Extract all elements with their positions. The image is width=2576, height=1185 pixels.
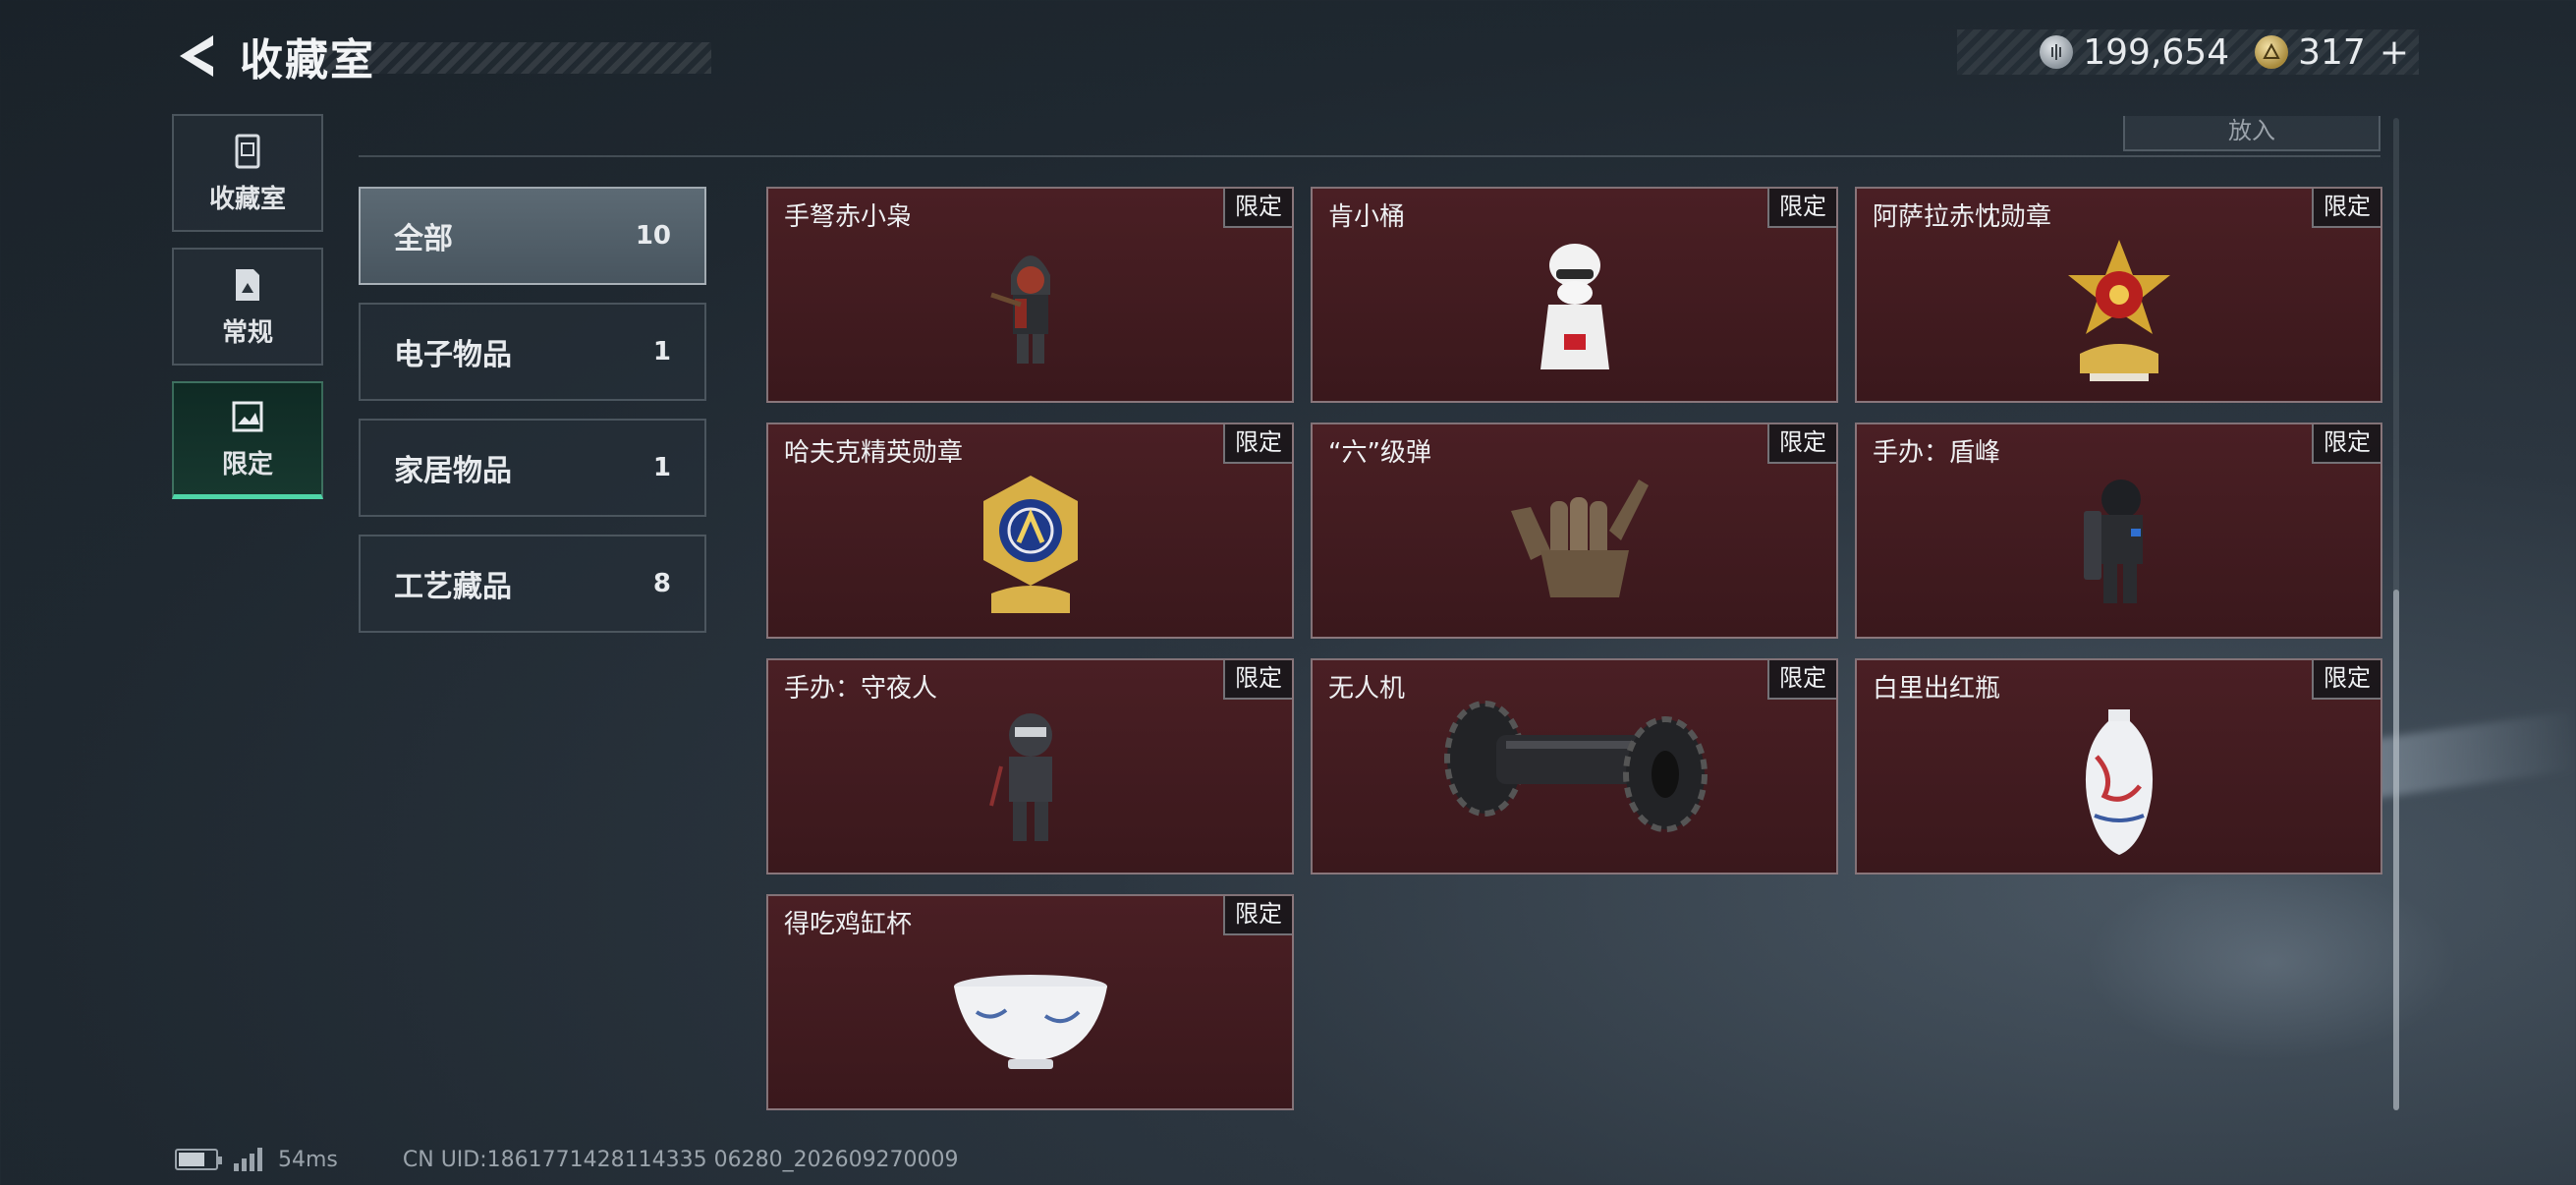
back-button[interactable] [167,27,226,85]
filter-label: 工艺藏品 [394,570,512,604]
category-filters: 全部 10 电子物品 1 家居物品 1 工艺藏品 8 [359,187,706,650]
divider [359,155,2380,157]
masked-soldier-icon [988,713,1052,841]
item-card[interactable]: 得吃鸡缸杯 限定 [766,894,1294,1110]
header: 收藏室 [167,22,711,90]
item-name: 无人机 [1328,674,1406,704]
item-card[interactable]: 哈夫克精英勋章 限定 [766,423,1294,639]
filter-count: 8 [652,569,671,598]
filter-label: 家居物品 [394,454,512,488]
limited-tag: 限定 [1767,424,1836,464]
filter-crafts[interactable]: 工艺藏品 8 [359,535,706,633]
limited-tag: 限定 [1223,660,1292,700]
signal-icon [234,1148,262,1171]
battery-icon [175,1149,222,1170]
status-footer: 54ms CN UID:1861771428114335 06280_20260… [175,1143,959,1176]
filter-count: 1 [652,453,671,482]
limited-tag: 限定 [1767,660,1836,700]
filter-electronics[interactable]: 电子物品 1 [359,303,706,401]
hooded-figure-icon [989,255,1050,364]
silver-coin-icon [2040,35,2074,69]
limited-tag: 限定 [1767,189,1836,228]
item-name: “六”级弹 [1328,438,1431,468]
silver-currency-value: 199,654 [2083,31,2230,73]
item-card[interactable]: 手办：盾峰 限定 [1855,423,2382,639]
trash-bin-icon [235,134,260,168]
item-name: 肯小桶 [1328,202,1406,232]
document-icon [236,268,259,301]
currency-bar: 199,654 317 + [1957,29,2419,75]
item-name: 得吃鸡缸杯 [784,910,913,939]
side-nav-item-collection[interactable]: 收藏室 [172,114,323,232]
chef-bust-icon [1540,244,1609,369]
filter-label: 全部 [394,222,453,256]
side-nav: 收藏室 常规 限定 [172,114,323,515]
limited-tag: 限定 [2312,660,2380,700]
limited-tag: 限定 [2312,424,2380,464]
item-card[interactable]: 手办：守夜人 限定 [766,658,1294,875]
porcelain-vase-icon [2085,709,2153,855]
item-card[interactable]: 阿萨拉赤忱勋章 限定 [1855,187,2382,403]
item-name: 手办：盾峰 [1873,438,2001,468]
side-nav-item-regular[interactable]: 常规 [172,248,323,366]
side-nav-label: 常规 [221,317,273,348]
limited-tag: 限定 [2312,189,2380,228]
user-uid: CN UID:1861771428114335 06280_2026092700… [402,1147,959,1172]
item-card[interactable]: 手弩赤小枭 限定 [766,187,1294,403]
item-card[interactable]: “六”级弹 限定 [1311,423,1838,639]
back-arrow-icon [180,35,213,77]
background-glow [2085,865,2458,1061]
limited-tag: 限定 [1223,896,1292,935]
gold-currency-value: 317 [2298,31,2366,73]
shield-soldier-icon [2083,480,2143,603]
image-icon [232,401,263,432]
limited-tag: 限定 [1223,189,1292,228]
gold-hex-medal-icon [982,476,1078,613]
side-nav-label: 收藏室 [208,184,286,214]
item-card[interactable]: 肯小桶 限定 [1311,187,1838,403]
gold-coin-icon [2255,35,2289,69]
filter-home[interactable]: 家居物品 1 [359,419,706,517]
ping-value: 54ms [278,1147,338,1172]
item-name: 手弩赤小枭 [784,202,913,232]
side-nav-item-limited[interactable]: 限定 [172,381,323,499]
title-hatch-decoration [318,42,711,74]
filter-label: 电子物品 [394,338,512,372]
item-card[interactable]: 无人机 限定 [1311,658,1838,875]
item-name: 白里出红瓶 [1873,674,2001,704]
page-title: 收藏室 [240,35,375,85]
deposit-button[interactable]: 放入 [2123,116,2380,151]
gold-star-medal-icon [2067,240,2170,381]
filter-count: 1 [652,337,671,367]
item-card[interactable]: 白里出红瓶 限定 [1855,658,2382,875]
item-name: 手办：守夜人 [784,674,938,704]
limited-tag: 限定 [1223,424,1292,464]
filter-all[interactable]: 全部 10 [359,187,706,285]
filter-count: 10 [635,221,671,251]
side-nav-label: 限定 [221,450,273,480]
item-name: 阿萨拉赤忱勋章 [1873,202,2052,232]
drone-roller-icon [1443,701,1708,832]
item-name: 哈夫克精英勋章 [784,438,964,468]
add-currency-button[interactable]: + [2380,32,2409,73]
hand-sculpture-icon [1510,480,1649,597]
scrollbar-thumb[interactable] [2393,590,2399,1110]
porcelain-cup-icon [953,975,1107,1069]
